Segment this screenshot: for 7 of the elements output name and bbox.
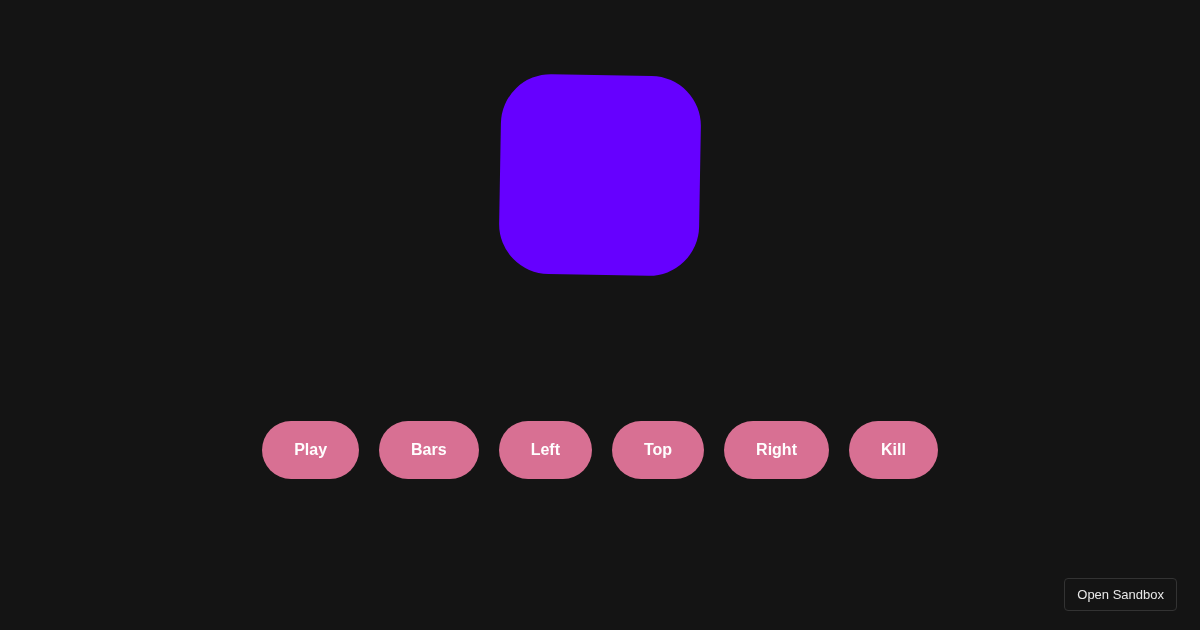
control-button[interactable]: Play <box>262 421 360 479</box>
control-button[interactable]: Top <box>611 421 705 479</box>
control-button[interactable]: Kill <box>848 421 938 479</box>
open-sandbox-button[interactable]: Open Sandbox <box>1064 578 1177 611</box>
control-button[interactable]: Left <box>498 421 592 479</box>
control-button[interactable]: Right <box>724 421 829 479</box>
control-button[interactable]: Bars <box>379 421 479 479</box>
